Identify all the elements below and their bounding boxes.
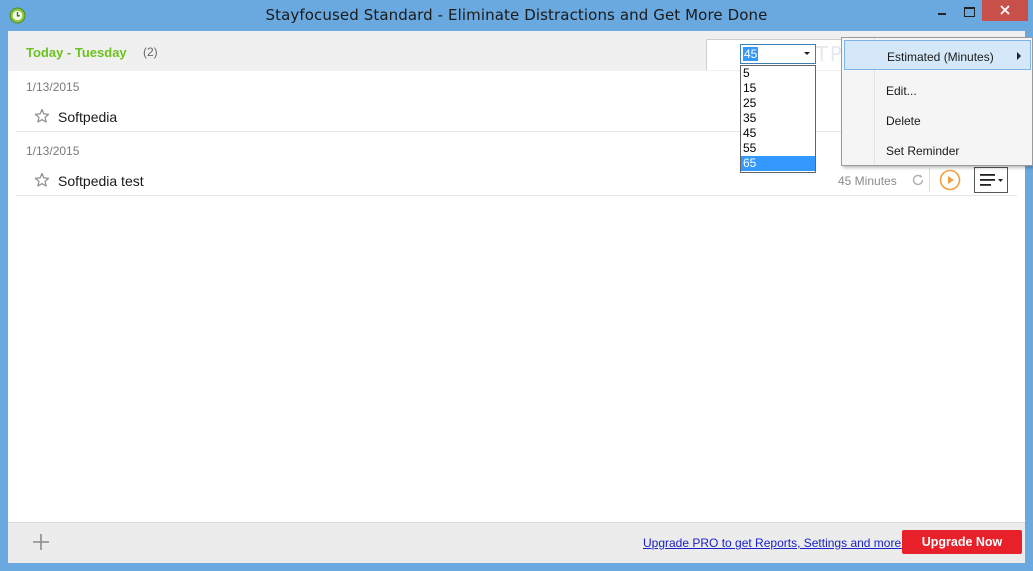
estimate-dropdown-list: 5 15 25 35 45 55 65: [740, 65, 816, 173]
combobox-value: 45: [743, 47, 759, 61]
menu-item-estimated[interactable]: Estimated (Minutes): [844, 40, 1031, 70]
task-count: (2): [143, 45, 158, 59]
menu-item-label: Set Reminder: [886, 144, 960, 158]
estimate-combobox[interactable]: 45: [740, 44, 816, 64]
menu-item-delete[interactable]: Delete: [844, 105, 1031, 135]
dropdown-option[interactable]: 55: [741, 141, 815, 156]
task-row[interactable]: Softpedia test 45 Minutes: [16, 164, 1017, 196]
task-menu-button[interactable]: [974, 167, 1008, 193]
chevron-down-icon[interactable]: [799, 45, 815, 63]
task-context-menu: Estimated (Minutes) Edit... Delete Set R…: [841, 37, 1033, 166]
menu-item-label: Edit...: [886, 84, 917, 98]
minimize-button[interactable]: [928, 0, 955, 21]
task-name: Softpedia: [58, 109, 118, 125]
window-title: Stayfocused Standard - Eliminate Distrac…: [265, 6, 768, 24]
task-estimate: 45 Minutes: [838, 174, 897, 188]
dropdown-option-highlighted[interactable]: 65: [741, 156, 815, 171]
dropdown-option[interactable]: 35: [741, 111, 815, 126]
day-title: Today - Tuesday: [26, 45, 127, 60]
task-date: 1/13/2015: [26, 80, 80, 94]
dropdown-option[interactable]: 15: [741, 81, 815, 96]
divider: [929, 168, 930, 192]
close-icon: [1000, 5, 1010, 15]
menu-item-label: Estimated (Minutes): [887, 50, 994, 64]
star-icon[interactable]: [34, 172, 50, 188]
task-name: Softpedia test: [58, 173, 144, 189]
menu-item-label: Delete: [886, 114, 921, 128]
close-button[interactable]: [982, 0, 1028, 21]
dropdown-option[interactable]: 25: [741, 96, 815, 111]
upgrade-link[interactable]: Upgrade PRO to get Reports, Settings and…: [643, 536, 904, 550]
refresh-icon[interactable]: [911, 173, 925, 187]
title-bar[interactable]: Stayfocused Standard - Eliminate Distrac…: [0, 0, 1033, 31]
menu-item-set-reminder[interactable]: Set Reminder: [844, 135, 1031, 165]
add-icon[interactable]: [32, 533, 50, 551]
hamburger-icon: [980, 174, 1003, 186]
play-button-icon[interactable]: [939, 169, 961, 191]
submenu-arrow-icon: [1017, 52, 1021, 60]
upgrade-now-button[interactable]: Upgrade Now: [902, 530, 1022, 554]
star-icon[interactable]: [34, 108, 50, 124]
maximize-button[interactable]: [955, 0, 982, 21]
task-date: 1/13/2015: [26, 144, 80, 158]
dropdown-option[interactable]: 5: [741, 66, 815, 81]
menu-item-edit[interactable]: Edit...: [844, 75, 1031, 105]
footer-bar: Upgrade PRO to get Reports, Settings and…: [8, 522, 1025, 563]
dropdown-option[interactable]: 45: [741, 126, 815, 141]
app-window: Stayfocused Standard - Eliminate Distrac…: [0, 0, 1033, 571]
